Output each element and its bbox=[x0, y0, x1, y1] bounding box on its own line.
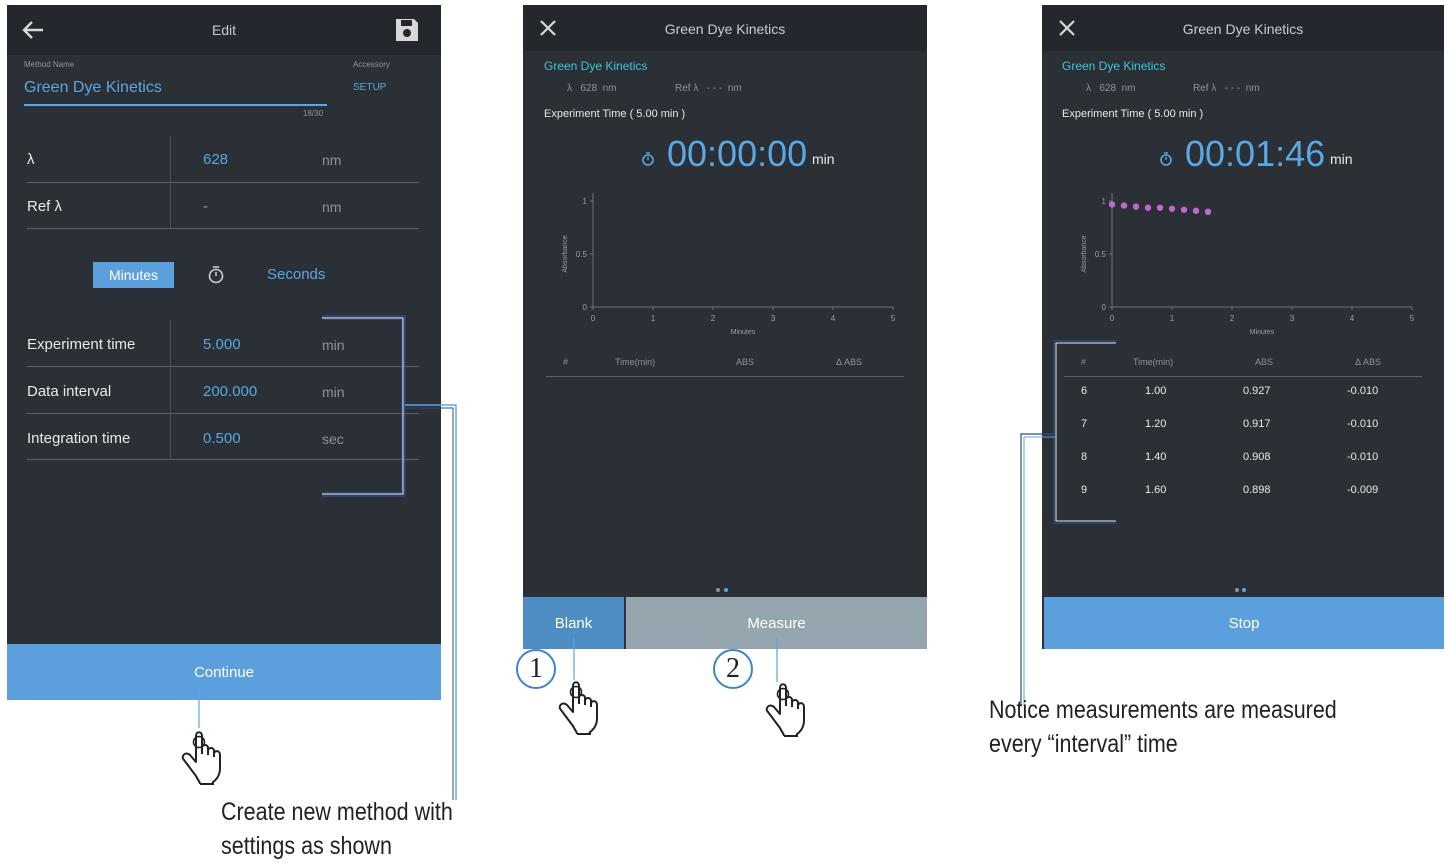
step-1-marker: 1 bbox=[516, 649, 556, 689]
create-method-caption: Create new method with settings as shown bbox=[221, 795, 453, 863]
notice-caption-line2: every “interval” time bbox=[989, 730, 1178, 758]
pointing-hand-icon bbox=[181, 731, 221, 785]
notice-caption: Notice measurements are measured every “… bbox=[989, 693, 1337, 761]
pointing-hand-icon bbox=[765, 683, 805, 737]
notice-caption-line1: Notice measurements are measured bbox=[989, 696, 1337, 724]
create-caption-line2: settings as shown bbox=[221, 832, 392, 860]
create-caption-line1: Create new method with bbox=[221, 798, 453, 826]
step-2-marker: 2 bbox=[713, 649, 753, 689]
pointing-hand-icon bbox=[558, 681, 598, 735]
